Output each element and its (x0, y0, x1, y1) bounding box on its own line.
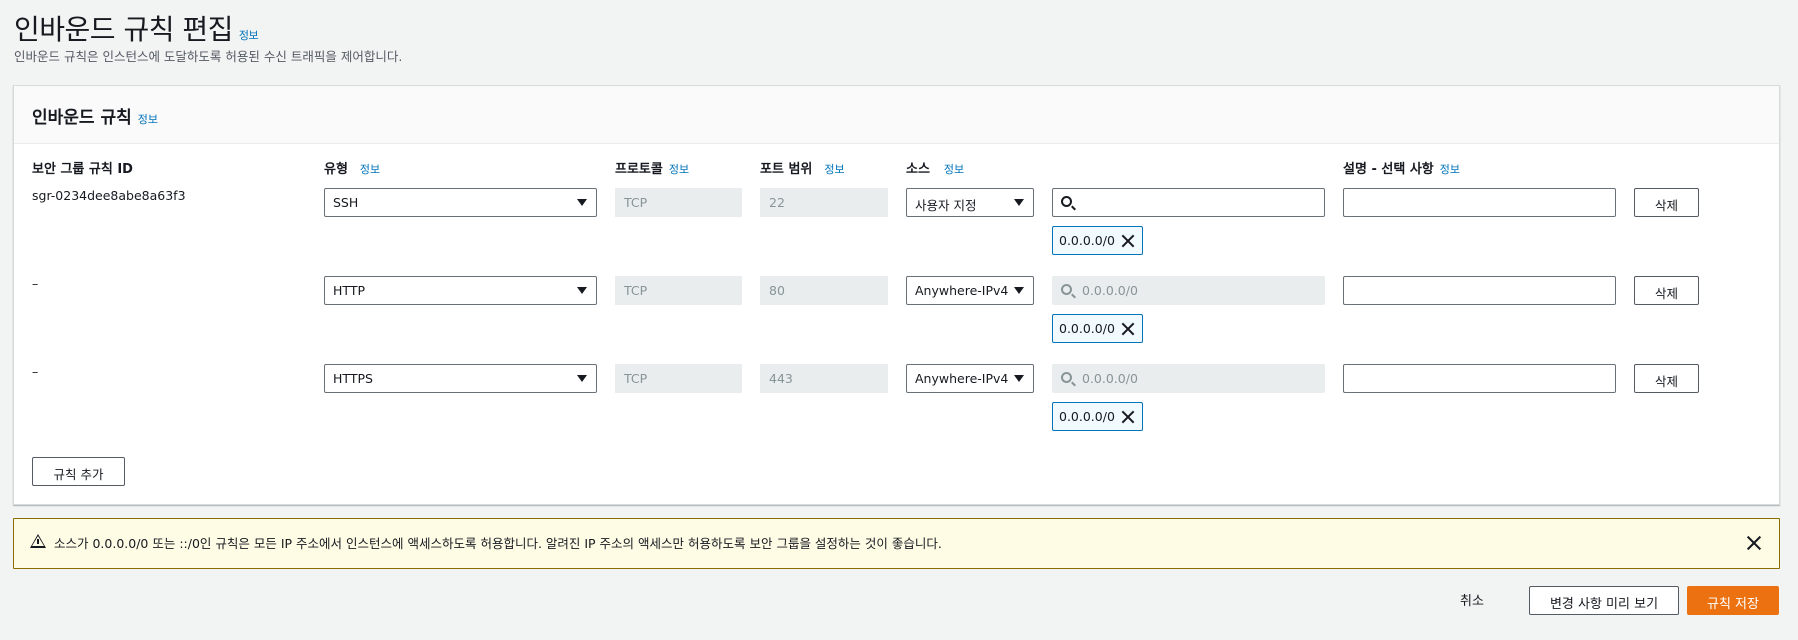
caret-down-icon (577, 199, 587, 206)
caret-down-icon (577, 287, 587, 294)
source-search-input: 0.0.0.0/0 (1052, 364, 1325, 393)
column-header-source: 소스 정보 (906, 158, 964, 177)
search-icon (1061, 284, 1072, 295)
caret-down-icon (1014, 199, 1024, 206)
protocol-field: TCP (615, 276, 742, 305)
close-icon[interactable] (1121, 234, 1135, 248)
port-range-field: 22 (760, 188, 888, 217)
column-header-protocol: 프로토콜 정보 (615, 158, 689, 177)
rule-id: sgr-0234dee8abe8a63f3 (32, 188, 186, 203)
protocol-field: TCP (615, 188, 742, 217)
column-header-rule-id: 보안 그룹 규칙 ID (32, 162, 133, 177)
page-title: 인바운드 규칙 편집 정보 (14, 8, 259, 48)
column-header-port-range-text: 포트 범위 (760, 162, 813, 177)
type-select-value: HTTP (333, 283, 365, 298)
type-select[interactable]: SSH (324, 188, 597, 217)
column-header-description-text: 설명 - 선택 사항 (1343, 162, 1434, 177)
caret-down-icon (577, 375, 587, 382)
source-token: 0.0.0.0/0 (1052, 402, 1143, 431)
type-select[interactable]: HTTP (324, 276, 597, 305)
save-rules-button[interactable]: 규칙 저장 (1687, 586, 1779, 615)
column-header-description: 설명 - 선택 사항 정보 (1343, 158, 1460, 177)
delete-rule-button[interactable]: 삭제 (1634, 276, 1699, 305)
source-token: 0.0.0.0/0 (1052, 314, 1143, 343)
source-select-value: 사용자 지정 (915, 198, 977, 213)
type-select[interactable]: HTTPS (324, 364, 597, 393)
panel-title-text: 인바운드 규칙 (32, 108, 132, 128)
cancel-button[interactable]: 취소 (1460, 590, 1484, 609)
port-range-field: 443 (760, 364, 888, 393)
source-token-label: 0.0.0.0/0 (1059, 321, 1115, 336)
panel-title: 인바운드 규칙 정보 (32, 103, 158, 128)
source-search-placeholder: 0.0.0.0/0 (1082, 283, 1138, 298)
source-token-label: 0.0.0.0/0 (1059, 233, 1115, 248)
source-search-placeholder: 0.0.0.0/0 (1082, 371, 1138, 386)
source-select-value: Anywhere-IPv4 (915, 283, 1009, 298)
add-rule-button[interactable]: 규칙 추가 (32, 457, 125, 486)
delete-rule-button[interactable]: 삭제 (1634, 364, 1699, 393)
port-range-info-link[interactable]: 정보 (824, 163, 844, 176)
port-range-field: 80 (760, 276, 888, 305)
protocol-info-link[interactable]: 정보 (669, 163, 689, 176)
warning-text: 소스가 0.0.0.0/0 또는 ::/0인 규칙은 모든 IP 주소에서 인스… (54, 536, 942, 551)
protocol-field: TCP (615, 364, 742, 393)
close-icon[interactable] (1121, 410, 1135, 424)
caret-down-icon (1014, 287, 1024, 294)
close-icon[interactable] (1745, 534, 1763, 552)
panel-info-link[interactable]: 정보 (138, 113, 158, 126)
column-header-type: 유형 정보 (324, 158, 380, 177)
source-token-label: 0.0.0.0/0 (1059, 409, 1115, 424)
source-token: 0.0.0.0/0 (1052, 226, 1143, 255)
page-title-info-link[interactable]: 정보 (239, 29, 259, 42)
column-header-type-text: 유형 (324, 162, 348, 177)
caret-down-icon (1014, 375, 1024, 382)
description-input[interactable] (1343, 188, 1616, 217)
type-select-value: SSH (333, 195, 359, 210)
source-select[interactable]: 사용자 지정 (906, 188, 1034, 217)
search-icon (1061, 196, 1072, 207)
source-info-link[interactable]: 정보 (944, 163, 964, 176)
source-select[interactable]: Anywhere-IPv4 (906, 364, 1034, 393)
warning-icon (30, 534, 46, 548)
description-info-link[interactable]: 정보 (1440, 163, 1460, 176)
source-select-value: Anywhere-IPv4 (915, 371, 1009, 386)
rule-id: – (32, 276, 39, 291)
column-header-protocol-text: 프로토콜 (615, 162, 663, 177)
close-icon[interactable] (1121, 322, 1135, 336)
page-title-text: 인바운드 규칙 편집 (14, 13, 233, 46)
type-info-link[interactable]: 정보 (360, 163, 380, 176)
source-search-input: 0.0.0.0/0 (1052, 276, 1325, 305)
description-input[interactable] (1343, 364, 1616, 393)
column-header-source-text: 소스 (906, 162, 930, 177)
preview-changes-button[interactable]: 변경 사항 미리 보기 (1529, 586, 1679, 615)
delete-rule-button[interactable]: 삭제 (1634, 188, 1699, 217)
type-select-value: HTTPS (333, 371, 373, 386)
panel-header: 인바운드 규칙 정보 (14, 86, 1779, 144)
rule-id: – (32, 364, 39, 379)
inbound-rules-panel: 인바운드 규칙 정보 보안 그룹 규칙 ID 유형 정보 프로토콜 정보 포트 범위 정… (13, 85, 1780, 505)
source-search-input[interactable] (1052, 188, 1325, 217)
source-select[interactable]: Anywhere-IPv4 (906, 276, 1034, 305)
page-description: 인바운드 규칙은 인스턴스에 도달하도록 허용된 수신 트래픽을 제어합니다. (14, 49, 403, 64)
column-header-port-range: 포트 범위 정보 (760, 158, 845, 177)
description-input[interactable] (1343, 276, 1616, 305)
warning-alert: 소스가 0.0.0.0/0 또는 ::/0인 규칙은 모든 IP 주소에서 인스… (13, 518, 1780, 569)
search-icon (1061, 372, 1072, 383)
